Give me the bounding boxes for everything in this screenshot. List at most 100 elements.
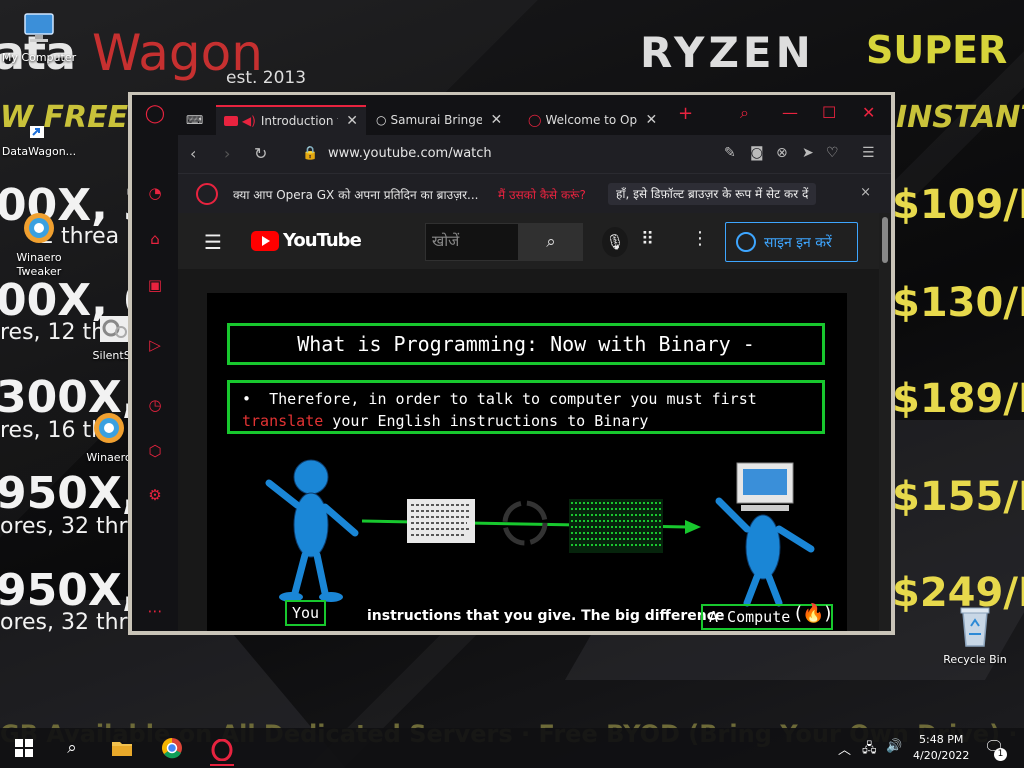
menu-icon[interactable]: ☰ bbox=[204, 230, 222, 254]
opera-favicon-icon: ◯ bbox=[528, 113, 542, 127]
player-icon[interactable]: ▷ bbox=[145, 335, 165, 355]
scrollbar-thumb[interactable] bbox=[882, 217, 888, 263]
apps-grid-icon[interactable]: ⠿ bbox=[641, 229, 654, 250]
wallpaper-price: $189/M bbox=[892, 376, 1024, 422]
search-input[interactable]: खोजें bbox=[425, 223, 519, 261]
network-icon[interactable]: 🖧 bbox=[862, 739, 877, 761]
wallpaper-ryzen: RYZEN bbox=[640, 28, 815, 77]
default-browser-infobar: क्या आप Opera GX को अपना प्रतिदिन का ब्र… bbox=[178, 173, 891, 213]
youtube-logo-text: YouTube bbox=[283, 230, 362, 251]
address-bar: ‹ › ↻ 🔒 www.youtube.com/watch ✎ ◙ ⊗ ➤ ♡ … bbox=[178, 135, 891, 173]
winaero-tweaker-icon bbox=[24, 213, 54, 243]
block-ads-icon[interactable]: ⊗ bbox=[776, 145, 788, 161]
tab-opera-welcome[interactable]: ◯ Welcome to Opera ✕ bbox=[520, 105, 668, 135]
desktop-icon-my-computer[interactable]: My Computer bbox=[0, 12, 78, 65]
close-tab-icon[interactable]: ✕ bbox=[490, 112, 502, 128]
url-field[interactable]: www.youtube.com/watch bbox=[328, 146, 492, 161]
desktop: ata Wagon est. 2013 RYZEN SUPER D W FREE… bbox=[0, 0, 1024, 768]
desktop-icon-label: Recycle Bin bbox=[943, 653, 1007, 666]
set-default-button[interactable]: हाँ, इसे डिफ़ॉल्ट ब्राउज़र के रूप में से… bbox=[608, 183, 817, 205]
search-icon[interactable]: ⌕ bbox=[60, 736, 84, 760]
desktop-icon-label: My Computer bbox=[1, 51, 77, 64]
desktop-icon-datawagon[interactable]: DataWagon... bbox=[0, 124, 78, 159]
back-icon[interactable]: ‹ bbox=[190, 144, 196, 163]
sign-in-label: साइन इन करें bbox=[764, 234, 832, 251]
close-window-icon[interactable]: ✕ bbox=[862, 103, 875, 122]
tab-title: Welcome to Opera bbox=[545, 113, 638, 127]
close-tab-icon[interactable]: ✕ bbox=[346, 113, 358, 129]
infobar-how-link[interactable]: मैं उसको कैसे करूं? bbox=[498, 186, 586, 203]
twitch-icon[interactable]: ▣ bbox=[145, 275, 165, 295]
slide-illustration bbox=[265, 459, 815, 607]
easy-setup-icon[interactable]: ☰ bbox=[862, 145, 875, 161]
close-infobar-icon[interactable]: × bbox=[860, 185, 871, 200]
clock[interactable]: 5:48 PM 4/20/2022 bbox=[913, 732, 969, 764]
send-icon[interactable]: ➤ bbox=[802, 145, 814, 161]
bullet-icon: • bbox=[242, 390, 270, 408]
search-button[interactable]: ⌕ bbox=[519, 223, 583, 261]
maximize-icon[interactable]: ☐ bbox=[822, 103, 836, 122]
browser-window[interactable]: ◯ ◔ ⌂ ▣ ▷ ◷ ⬡ ⚙ ⋯ ⌨ ◀) Introduction to ✕… bbox=[128, 92, 895, 635]
wallpaper-price: $130/M bbox=[892, 280, 1024, 326]
youtube-logo[interactable]: YouTube bbox=[251, 230, 362, 251]
close-tab-icon[interactable]: ✕ bbox=[645, 112, 657, 128]
speed-icon[interactable]: ◔ bbox=[145, 183, 165, 203]
more-vertical-icon[interactable]: ⋮ bbox=[691, 228, 709, 249]
search-tabs-icon[interactable]: ⌕ bbox=[740, 103, 749, 123]
slide-title: What is Programming: Now with Binary - bbox=[227, 323, 825, 365]
more-dots-icon[interactable]: ⋯ bbox=[145, 601, 165, 621]
tab-bar: ⌨ ◀) Introduction to ✕ ○ Samurai Bringer… bbox=[178, 95, 891, 135]
history-icon[interactable]: ◷ bbox=[145, 395, 165, 415]
heart-icon[interactable]: ♡ bbox=[826, 145, 839, 161]
clock-time: 5:48 PM bbox=[919, 733, 964, 746]
microphone-icon[interactable]: 🎙 bbox=[602, 227, 628, 257]
video-caption: instructions that you give. The big diff… bbox=[367, 608, 725, 624]
tab-title: Samurai Bringer | C bbox=[390, 113, 483, 127]
video-player[interactable]: What is Programming: Now with Binary - •… bbox=[207, 293, 847, 631]
freecodecamp-logo-icon: (🔥) bbox=[795, 603, 832, 624]
search-icon: ⌕ bbox=[546, 232, 556, 252]
youtube-favicon-icon bbox=[224, 116, 238, 126]
forward-icon[interactable]: › bbox=[224, 144, 230, 163]
extensions-cube-icon[interactable]: ⬡ bbox=[145, 441, 165, 461]
page-scrollbar[interactable] bbox=[879, 213, 891, 631]
windows-start-icon[interactable] bbox=[12, 736, 36, 760]
taskbar: ⌕ ︿ 🖧 🔊 5:48 PM 4/20/2022 🗨 1 bbox=[0, 728, 1024, 768]
slide-bullet-text-end: your English instructions to Binary bbox=[323, 412, 649, 430]
wallpaper-brand-est: est. 2013 bbox=[226, 68, 307, 88]
tab-search-icon[interactable]: ⌨ bbox=[180, 105, 210, 135]
opera-gx-taskbar-icon[interactable] bbox=[210, 736, 234, 766]
wallpaper-price: $109/M bbox=[892, 182, 1024, 228]
opera-logo-icon bbox=[196, 183, 218, 205]
new-tab-plus-icon[interactable]: + bbox=[678, 103, 693, 124]
desktop-icon-winaero-tweaker[interactable]: Winaero Tweaker bbox=[0, 210, 78, 279]
infobar-text: क्या आप Opera GX को अपना प्रतिदिन का ब्र… bbox=[233, 188, 479, 202]
tab-samurai[interactable]: ○ Samurai Bringer | C ✕ bbox=[368, 105, 518, 135]
desktop-icon-label: Winaero Tweaker bbox=[16, 251, 62, 278]
settings-gear-icon[interactable]: ⚙ bbox=[145, 485, 165, 505]
youtube-header: ☰ YouTube खोजें ⌕ 🎙 ⠿ ⋮ साइन इन करें bbox=[178, 213, 891, 269]
opera-sidebar: ◯ ◔ ⌂ ▣ ▷ ◷ ⬡ ⚙ ⋯ bbox=[132, 95, 178, 631]
tab-title: Introduction to bbox=[260, 114, 338, 128]
volume-icon[interactable]: 🔊 bbox=[886, 739, 902, 754]
show-hidden-icons-icon[interactable]: ︿ bbox=[838, 739, 851, 758]
edit-icon[interactable]: ✎ bbox=[724, 145, 736, 161]
notification-count-badge: 1 bbox=[994, 748, 1007, 761]
tab-youtube[interactable]: ◀) Introduction to ✕ bbox=[216, 105, 366, 135]
minimize-icon[interactable]: — bbox=[782, 103, 798, 122]
gears-icon bbox=[100, 316, 130, 342]
shortcut-icon bbox=[30, 126, 44, 138]
wallpaper-price: $155/M bbox=[892, 474, 1024, 520]
opera-gx-icon[interactable]: ◯ bbox=[145, 103, 165, 124]
chrome-icon[interactable] bbox=[160, 736, 184, 760]
desktop-icon-recycle-bin[interactable]: Recycle Bin bbox=[936, 604, 1014, 667]
wallpaper-cpu-cores: ores, 32 thre bbox=[0, 514, 141, 539]
globe-favicon-icon: ○ bbox=[376, 113, 387, 127]
gx-corner-icon[interactable]: ⌂ bbox=[145, 229, 165, 249]
slide-bullet-text: Therefore, in order to talk to computer … bbox=[269, 390, 757, 408]
sign-in-button[interactable]: साइन इन करें bbox=[725, 222, 858, 262]
file-explorer-icon[interactable] bbox=[110, 736, 134, 760]
audio-playing-icon[interactable]: ◀) bbox=[242, 114, 256, 128]
camera-icon[interactable]: ◙ bbox=[750, 145, 764, 161]
reload-icon[interactable]: ↻ bbox=[254, 144, 267, 163]
